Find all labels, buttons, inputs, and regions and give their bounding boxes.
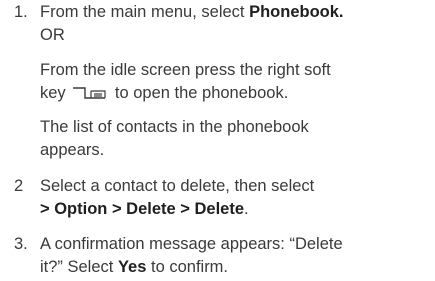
step-3-number: 3.	[14, 235, 28, 253]
step-1-text: From the main menu, select	[40, 3, 250, 21]
step-3-text: A confirmation message appears: “Delete	[40, 235, 343, 253]
step-1-bold-phonebook: Phonebook.	[249, 3, 344, 21]
step-1-idle-text: From the idle screen press the right sof…	[40, 61, 331, 79]
step-1-key-text: key	[40, 84, 66, 102]
step-1-list-text: The list of contacts in the phonebook	[40, 118, 309, 136]
right-soft-key-icon	[72, 85, 108, 105]
step-2-number: 2	[14, 177, 24, 195]
step-3-confirm-text: to confirm.	[146, 258, 229, 276]
step-1-or: OR	[40, 26, 65, 44]
step-3-select-text: it?” Select	[40, 258, 118, 276]
step-3-bold-yes: Yes	[117, 258, 147, 276]
instruction-list: 1. From the main menu, select Phonebook.…	[0, 0, 435, 281]
step-1-appears-text: appears.	[40, 141, 105, 159]
step-2-text: Select a contact to delete, then select	[40, 177, 315, 195]
step-2-period: .	[244, 200, 249, 218]
step-1-open-text: to open the phonebook.	[114, 84, 289, 102]
step-2-menu-path: > Option > Delete > Delete	[40, 200, 245, 218]
step-1-number: 1.	[14, 3, 28, 21]
